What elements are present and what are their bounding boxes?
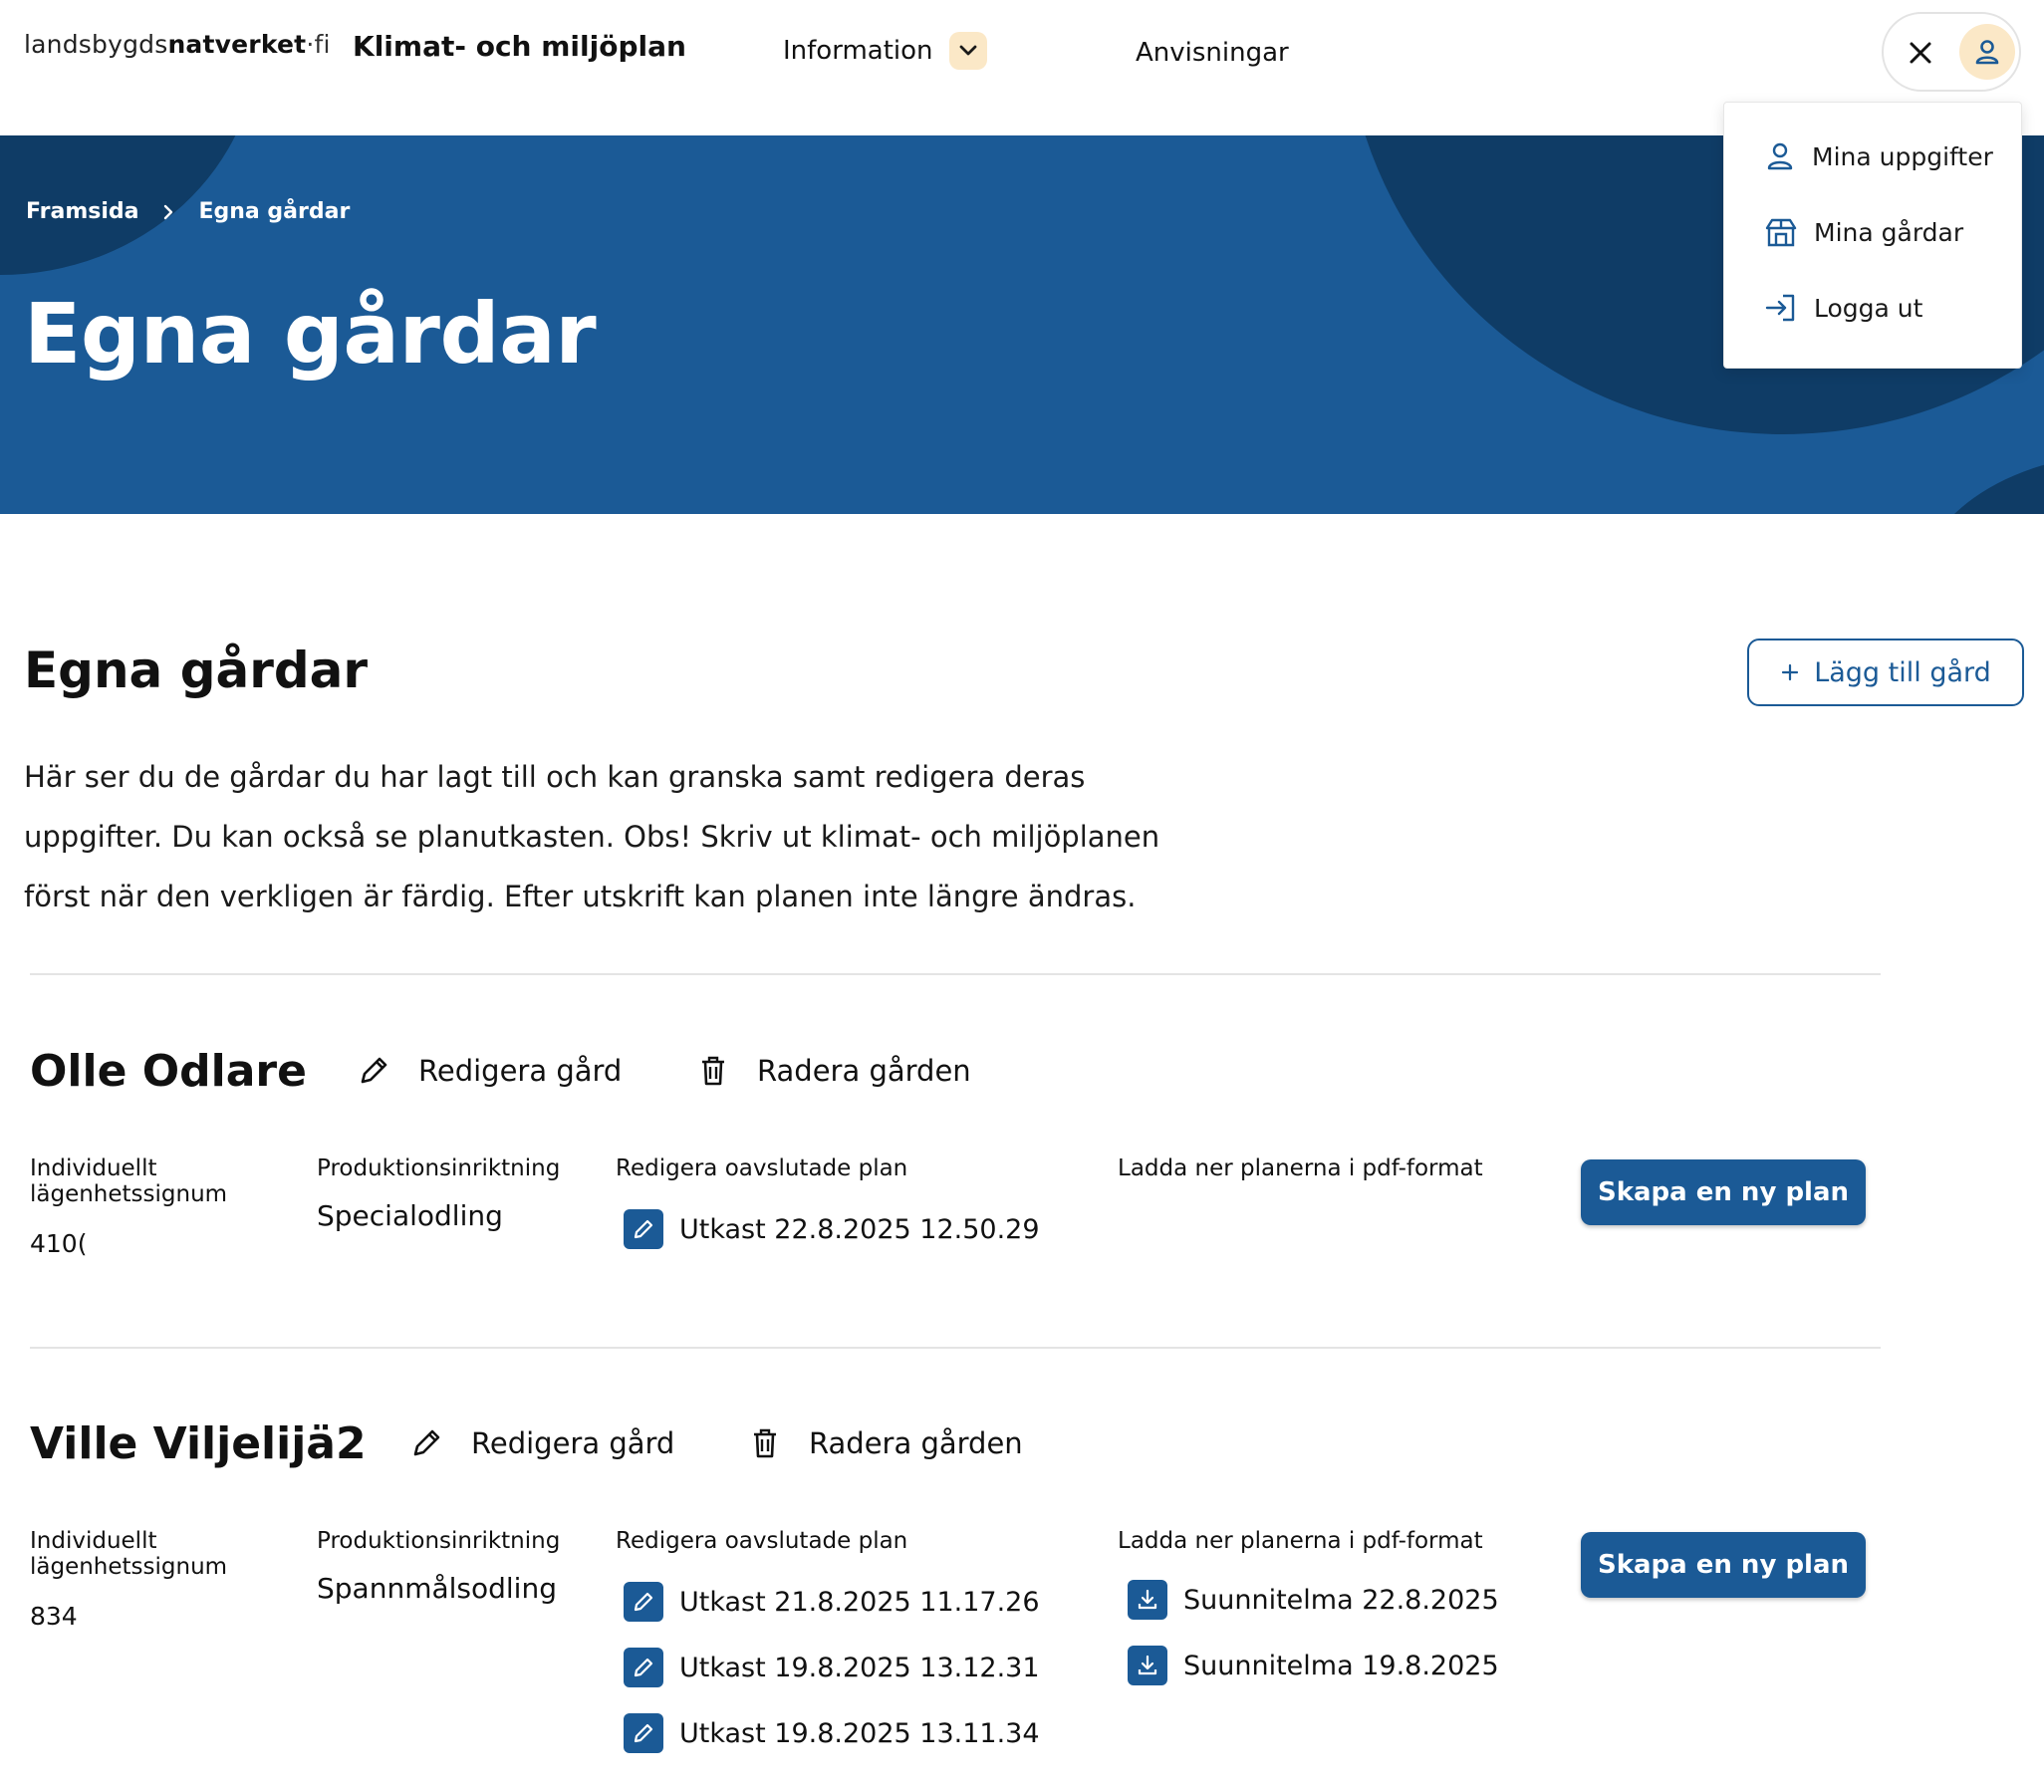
delete-farm-label: Radera gården xyxy=(809,1426,1023,1460)
draft-plan-link[interactable]: Utkast 19.8.2025 13.11.34 xyxy=(624,1713,1040,1753)
delete-farm-button[interactable]: Radera gården xyxy=(749,1426,1023,1460)
edit-plan-label: Redigera oavslutade plan xyxy=(616,1528,908,1554)
intro-line: uppgifter. Du kan också se planutkasten.… xyxy=(24,820,1160,854)
download-label: Ladda ner planerna i pdf-format xyxy=(1118,1155,1483,1181)
add-farm-button[interactable]: Lägg till gård xyxy=(1747,639,2024,706)
edit-farm-button[interactable]: Redigera gård xyxy=(409,1426,674,1460)
farm-name: Olle Odlare xyxy=(30,1046,307,1097)
menu-item-mina-gardar[interactable]: Mina gårdar xyxy=(1764,216,1963,248)
id-label-line: lägenhetssignum xyxy=(30,1181,228,1207)
trash-icon xyxy=(754,1428,776,1458)
download-plan-label: Suunnitelma 19.8.2025 xyxy=(1183,1650,1499,1681)
delete-farm-label: Radera gården xyxy=(757,1054,971,1088)
id-label-line: lägenhetssignum xyxy=(30,1554,228,1580)
divider xyxy=(30,1347,1881,1349)
logo-text-suffix: ·fi xyxy=(306,30,331,59)
id-label: Individuellt lägenhetssignum xyxy=(30,1155,227,1207)
draft-plan-label: Utkast 22.8.2025 12.50.29 xyxy=(679,1213,1040,1245)
download-icon xyxy=(1128,1646,1167,1685)
menu-item-label: Logga ut xyxy=(1814,293,1923,323)
edit-square-icon xyxy=(624,1713,663,1753)
nav-information-menu[interactable]: Information xyxy=(783,32,987,70)
id-label: Individuellt lägenhetssignum xyxy=(30,1528,227,1580)
menu-item-label: Mina gårdar xyxy=(1814,217,1964,247)
user-menu-toggle xyxy=(1882,12,2021,92)
intro-line: först när den verkligen är färdig. Efter… xyxy=(24,880,1137,913)
edit-square-icon xyxy=(624,1582,663,1622)
chevron-down-icon[interactable] xyxy=(948,32,987,70)
download-plan-link[interactable]: Suunnitelma 22.8.2025 xyxy=(1128,1580,1499,1620)
draft-plan-label: Utkast 19.8.2025 13.11.34 xyxy=(679,1717,1040,1749)
app-title[interactable]: Klimat- och miljöplan xyxy=(353,30,686,63)
edit-square-icon xyxy=(624,1209,663,1249)
draft-plan-label: Utkast 19.8.2025 13.12.31 xyxy=(679,1652,1040,1683)
user-icon xyxy=(1975,40,1999,65)
breadcrumb-current: Egna gårdar xyxy=(198,199,351,224)
farm-name: Ville Viljelijä2 xyxy=(30,1418,367,1469)
page-title: Egna gårdar xyxy=(24,285,597,383)
plus-icon xyxy=(1782,663,1799,681)
farm-id-value: 834 xyxy=(30,1602,78,1631)
menu-item-logga-ut[interactable]: Logga ut xyxy=(1764,292,1922,324)
id-label-line: Individuellt xyxy=(30,1528,157,1554)
farm-icon xyxy=(1765,218,1797,247)
logout-icon xyxy=(1765,294,1795,322)
intro-line: Här ser du de gårdar du har lagt till oc… xyxy=(24,760,1086,794)
download-icon xyxy=(1128,1580,1167,1620)
edit-farm-button[interactable]: Redigera gård xyxy=(357,1054,622,1088)
logo-text-bold: natverket xyxy=(167,30,307,59)
id-label-line: Individuellt xyxy=(30,1155,157,1181)
new-plan-button[interactable]: Skapa en ny plan xyxy=(1581,1532,1866,1598)
new-plan-button[interactable]: Skapa en ny plan xyxy=(1581,1159,1866,1225)
logo-text-plain: landsbygds xyxy=(24,30,168,59)
chevron-right-icon xyxy=(164,204,173,219)
menu-item-label: Mina uppgifter xyxy=(1812,141,1993,171)
download-plan-link[interactable]: Suunnitelma 19.8.2025 xyxy=(1128,1646,1499,1685)
draft-plan-label: Utkast 21.8.2025 11.17.26 xyxy=(679,1586,1040,1618)
menu-item-mina-uppgifter[interactable]: Mina uppgifter xyxy=(1764,140,1993,172)
draft-plan-link[interactable]: Utkast 19.8.2025 13.12.31 xyxy=(624,1648,1040,1687)
edit-farm-label: Redigera gård xyxy=(418,1054,623,1088)
site-logo[interactable]: landsbygdsnatverket·fi xyxy=(24,30,331,59)
add-farm-label: Lägg till gård xyxy=(1814,656,1991,688)
nav-information-label: Information xyxy=(783,36,933,66)
production-value: Spannmålsodling xyxy=(317,1572,557,1605)
delete-farm-button[interactable]: Radera gården xyxy=(697,1054,971,1088)
hero-decoration xyxy=(1913,454,2044,514)
pencil-icon xyxy=(361,1057,387,1084)
draft-plan-link[interactable]: Utkast 22.8.2025 12.50.29 xyxy=(624,1209,1040,1249)
production-value: Specialodling xyxy=(317,1199,503,1232)
section-title: Egna gårdar xyxy=(24,641,369,699)
avatar[interactable] xyxy=(1959,24,2015,80)
edit-plan-label: Redigera oavslutade plan xyxy=(616,1155,908,1181)
trash-icon xyxy=(702,1056,724,1086)
edit-farm-label: Redigera gård xyxy=(471,1426,675,1460)
download-plan-label: Suunnitelma 22.8.2025 xyxy=(1183,1584,1499,1616)
edit-square-icon xyxy=(624,1648,663,1687)
breadcrumb: Framsida Egna gårdar xyxy=(26,199,350,224)
production-label: Produktionsinriktning xyxy=(317,1155,561,1181)
breadcrumb-home-link[interactable]: Framsida xyxy=(26,199,138,224)
divider xyxy=(30,973,1881,975)
farm-id-value: 410( xyxy=(30,1229,88,1258)
nav-anvisningar-link[interactable]: Anvisningar xyxy=(1136,38,1289,68)
production-label: Produktionsinriktning xyxy=(317,1528,561,1554)
intro-text: Här ser du de gårdar du har lagt till oc… xyxy=(24,747,1219,926)
draft-plan-link[interactable]: Utkast 21.8.2025 11.17.26 xyxy=(624,1582,1040,1622)
user-dropdown-menu: Mina uppgifter Mina gårdar Logga ut xyxy=(1723,102,2022,369)
pencil-icon xyxy=(413,1429,440,1456)
user-icon xyxy=(1767,142,1793,170)
close-icon[interactable] xyxy=(1902,34,1939,72)
download-label: Ladda ner planerna i pdf-format xyxy=(1118,1528,1483,1554)
